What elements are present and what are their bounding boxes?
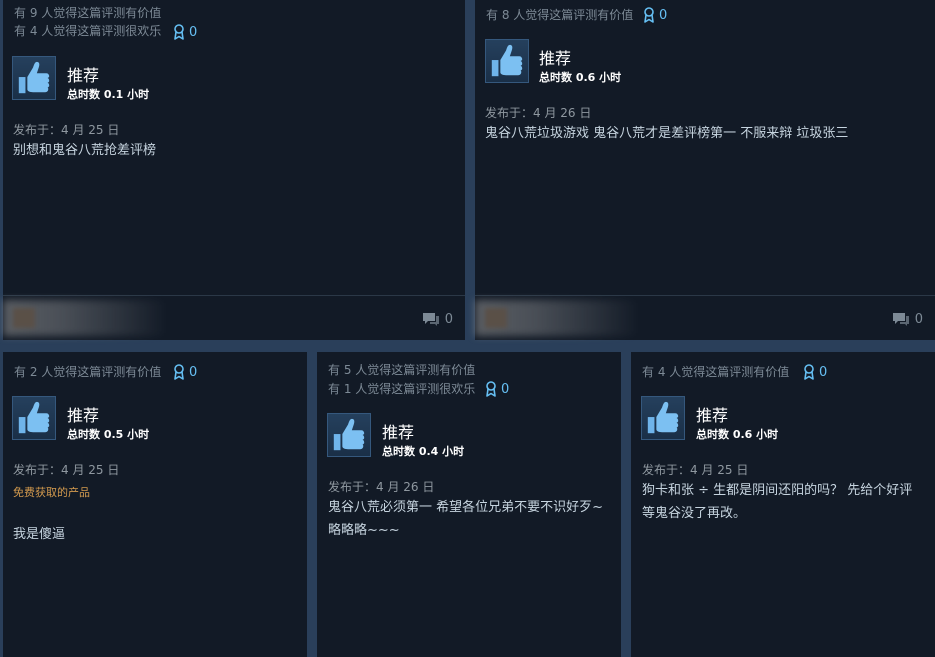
- award-count: 0: [819, 364, 828, 380]
- funny-count-text: 有 4 人觉得这篇评测很欢乐: [14, 24, 162, 38]
- posted-date: 发布于：4 月 25 日: [642, 463, 749, 477]
- award-icon: [173, 364, 185, 380]
- playtime-hours: 总时数 0.4 小时: [382, 445, 465, 458]
- award-button[interactable]: 0: [173, 24, 197, 40]
- award-icon: [173, 24, 185, 40]
- recommendation-title[interactable]: 推荐: [67, 402, 99, 426]
- playtime-hours: 总时数 0.6 小时: [696, 428, 779, 441]
- review-card: 有 5 人觉得这篇评测有价值 有 1 人觉得这篇评测很欢乐 0 推荐 总时数 0…: [317, 352, 621, 657]
- avatar[interactable]: [485, 308, 507, 328]
- comment-button[interactable]: 0: [422, 311, 453, 327]
- playtime-hours: 总时数 0.5 小时: [67, 428, 150, 441]
- review-card: 有 8 人觉得这篇评测有价值 0 推荐 总时数 0.6 小时 发布于：4 月 2…: [475, 0, 935, 340]
- helpful-count-text: 有 9 人觉得这篇评测有价值: [14, 6, 162, 20]
- thumbs-up-icon[interactable]: [12, 396, 56, 440]
- award-count: 0: [189, 364, 198, 380]
- thumbs-up-icon[interactable]: [327, 413, 371, 457]
- review-card: 有 4 人觉得这篇评测有价值 0 推荐 总时数 0.6 小时 发布于：4 月 2…: [631, 352, 935, 657]
- review-content: 我是傻逼: [13, 527, 66, 542]
- recommendation-title[interactable]: 推荐: [67, 62, 99, 86]
- posted-date: 发布于：4 月 25 日: [13, 123, 120, 137]
- award-button[interactable]: 0: [643, 7, 667, 23]
- comment-button[interactable]: 0: [892, 311, 923, 327]
- review-content: 别想和鬼谷八荒抢差评榜: [13, 143, 157, 158]
- award-icon: [803, 364, 815, 380]
- helpful-count-text: 有 2 人觉得这篇评测有价值: [14, 365, 162, 379]
- thumbs-up-icon[interactable]: [641, 396, 685, 440]
- recommendation-title[interactable]: 推荐: [382, 419, 414, 443]
- award-button[interactable]: 0: [803, 364, 827, 380]
- thumbs-up-icon[interactable]: [12, 56, 56, 100]
- posted-date: 发布于：4 月 26 日: [485, 106, 592, 120]
- comment-icon: [422, 311, 440, 327]
- free-product-label: 免费获取的产品: [13, 486, 90, 499]
- posted-date: 发布于：4 月 26 日: [328, 480, 435, 494]
- helpful-count-text: 有 4 人觉得这篇评测有价值: [642, 365, 790, 379]
- helpful-count-text: 有 5 人觉得这篇评测有价值: [328, 363, 476, 377]
- award-count: 0: [659, 7, 668, 23]
- comment-icon: [892, 311, 910, 327]
- review-content: 鬼谷八荒必须第一 希望各位兄弟不要不识好歹~ 略略略~~~: [328, 500, 604, 538]
- comment-count: 0: [914, 311, 923, 327]
- posted-date: 发布于：4 月 25 日: [13, 463, 120, 477]
- review-footer: 0: [3, 295, 465, 340]
- award-count: 0: [501, 381, 510, 397]
- award-count: 0: [189, 24, 198, 40]
- review-content: 狗卡和张 ÷ 生都是阴间还阳的吗？ 先给个好评等鬼谷没了再改。: [642, 483, 913, 521]
- funny-count-text: 有 1 人觉得这篇评测很欢乐: [328, 382, 476, 396]
- playtime-hours: 总时数 0.1 小时: [67, 88, 150, 101]
- review-card: 有 9 人觉得这篇评测有价值 有 4 人觉得这篇评测很欢乐 0 推荐 总时数 0…: [3, 0, 465, 340]
- award-icon: [643, 7, 655, 23]
- review-footer: 0: [475, 295, 935, 340]
- award-button[interactable]: 0: [485, 381, 509, 397]
- thumbs-up-icon[interactable]: [485, 39, 529, 83]
- review-card: 有 2 人觉得这篇评测有价值 0 推荐 总时数 0.5 小时 发布于：4 月 2…: [3, 352, 307, 657]
- award-icon: [485, 381, 497, 397]
- helpful-count-text: 有 8 人觉得这篇评测有价值: [486, 8, 634, 22]
- recommendation-title[interactable]: 推荐: [539, 45, 571, 69]
- avatar[interactable]: [13, 308, 35, 328]
- recommendation-title[interactable]: 推荐: [696, 402, 728, 426]
- review-content: 鬼谷八荒垃圾游戏 鬼谷八荒才是差评榜第一 不服来辩 垃圾张三: [485, 126, 849, 141]
- award-button[interactable]: 0: [173, 364, 197, 380]
- playtime-hours: 总时数 0.6 小时: [539, 71, 622, 84]
- comment-count: 0: [444, 311, 453, 327]
